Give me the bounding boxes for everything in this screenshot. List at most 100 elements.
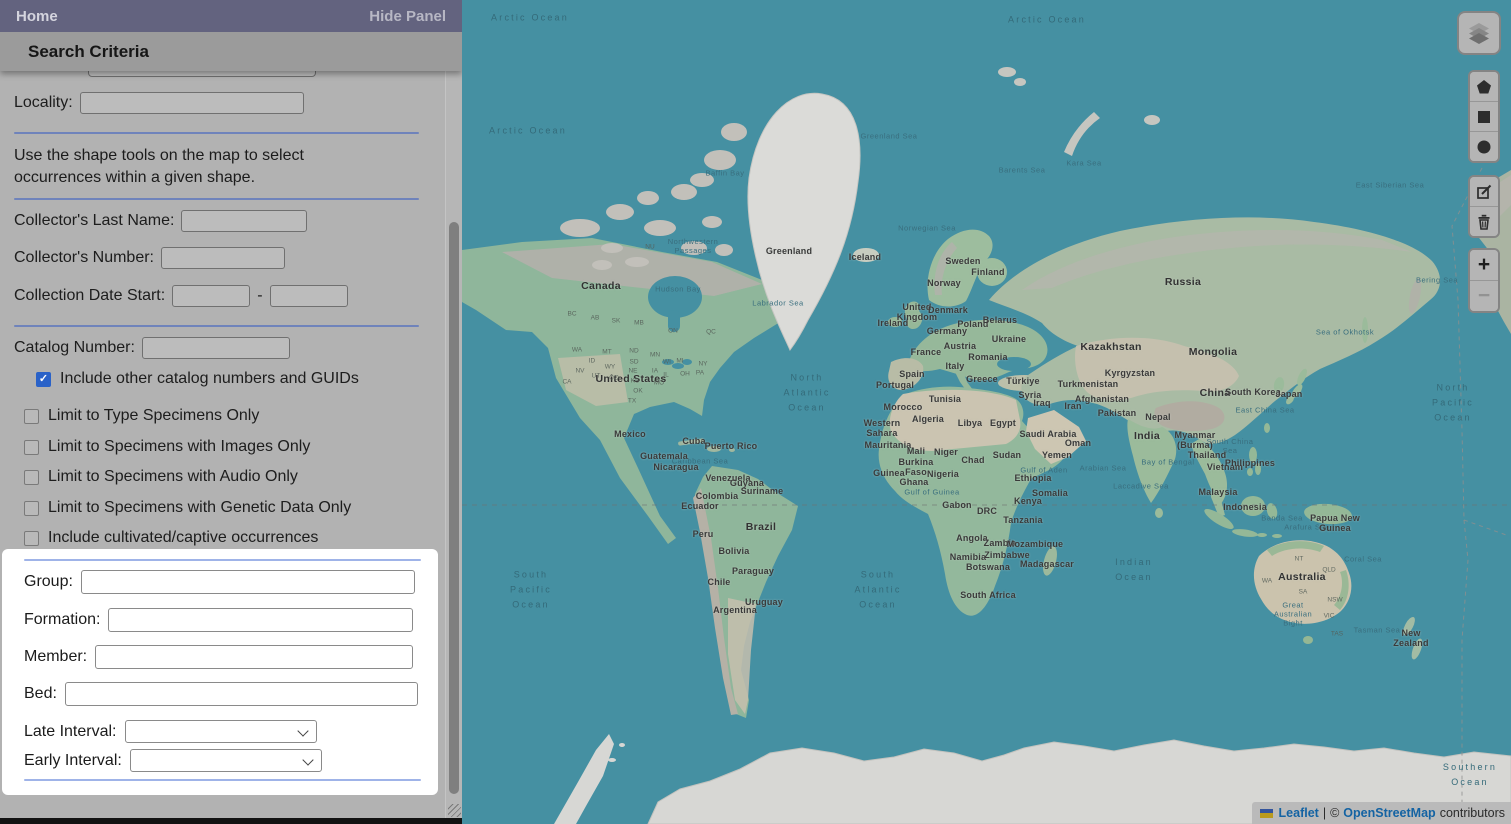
- member-input[interactable]: [95, 645, 413, 669]
- include-other-catalog-row: ✓ Include other catalog numbers and GUID…: [36, 370, 359, 388]
- map-label: Gulf of Aden: [1020, 466, 1067, 475]
- map-label: IL: [663, 372, 668, 379]
- map-label: Arctic Ocean: [491, 11, 569, 26]
- map-label: Nicaragua: [653, 462, 698, 472]
- map-label: Mozambique: [1007, 539, 1064, 549]
- zoom-control: + −: [1468, 248, 1500, 313]
- map-label: Libya: [958, 418, 983, 428]
- map-label: Ukraine: [992, 334, 1026, 344]
- filter-checkbox[interactable]: [24, 409, 39, 424]
- map-label: Zimbabwe: [984, 550, 1030, 560]
- map-attribution: Leaflet | © OpenStreetMap contributors: [1252, 802, 1511, 824]
- edit-shapes-button[interactable]: [1470, 177, 1498, 206]
- locality-row: Locality:: [14, 92, 304, 114]
- map-label: WY: [605, 364, 615, 371]
- leaflet-link[interactable]: Leaflet: [1279, 806, 1319, 820]
- map-label: TX: [628, 398, 636, 405]
- map-label: Namibia: [950, 552, 986, 562]
- map-label: Sudan: [993, 450, 1022, 460]
- map-label: SD: [629, 359, 638, 366]
- map-label: Mexico: [614, 429, 646, 439]
- map-label: Venezuela: [705, 473, 750, 483]
- scrollbar-thumb[interactable]: [449, 222, 459, 794]
- collection-date-end-input[interactable]: [270, 285, 348, 307]
- map-label: Afghanistan: [1075, 394, 1129, 404]
- map-label: Kenya: [1014, 496, 1042, 506]
- map-label: Yemen: [1042, 450, 1072, 460]
- filter-checkbox[interactable]: [24, 440, 39, 455]
- search-criteria-form: Locality: Use the shape tools on the map…: [0, 0, 462, 818]
- filter-row: Limit to Specimens with Images Only: [24, 438, 310, 456]
- map-label: Northwestern Passages: [668, 237, 719, 255]
- map-labels: Arctic OceanArctic OceanArctic OceanNort…: [462, 0, 1511, 824]
- filter-checkbox[interactable]: [24, 501, 39, 516]
- map-label: Sea of Okhotsk: [1316, 328, 1374, 337]
- map-label: MI: [676, 358, 683, 365]
- group-input[interactable]: [81, 570, 415, 594]
- map-label: Banda Sea: [1261, 514, 1303, 523]
- map-label: Gulf of Guinea: [904, 488, 959, 497]
- map-label: Puerto Rico: [705, 441, 758, 451]
- map-label: South Africa: [960, 590, 1016, 600]
- map-label: Australia: [1278, 571, 1326, 583]
- zoom-in-button[interactable]: +: [1470, 250, 1498, 280]
- map-label: Iran: [1064, 401, 1081, 411]
- map-label: WI: [663, 359, 671, 366]
- map-label: Austria: [944, 341, 976, 351]
- late-interval-select[interactable]: [125, 720, 317, 743]
- map-label: Romania: [968, 352, 1007, 362]
- map-label: Russia: [1165, 276, 1201, 288]
- map-label: Somalia: [1032, 488, 1068, 498]
- collection-date-start-input[interactable]: [172, 285, 250, 307]
- zoom-out-button[interactable]: −: [1470, 280, 1498, 311]
- map-label: Egypt: [990, 418, 1016, 428]
- draw-circle-button[interactable]: [1470, 131, 1498, 161]
- member-label: Member:: [24, 648, 87, 666]
- map-label: Nigeria: [927, 469, 959, 479]
- draw-polygon-button[interactable]: [1470, 72, 1498, 101]
- early-interval-select[interactable]: [130, 749, 322, 772]
- layers-control-button[interactable]: [1457, 11, 1501, 55]
- layers-icon: [1466, 20, 1492, 46]
- map-label: Sweden: [945, 256, 980, 266]
- map-label: Laccadive Sea: [1113, 482, 1169, 491]
- map-label: Ireland: [878, 318, 909, 328]
- formation-input[interactable]: [108, 608, 413, 632]
- map-label: KS: [631, 378, 640, 385]
- collection-date-start-label: Collection Date Start:: [14, 287, 165, 305]
- filter-row: Limit to Type Specimens Only: [24, 407, 259, 425]
- filter-label: Limit to Type Specimens Only: [48, 407, 259, 425]
- draw-rectangle-button[interactable]: [1470, 101, 1498, 131]
- formation-label: Formation:: [24, 611, 100, 629]
- bed-row: Bed:: [24, 682, 418, 706]
- map-label: Bering Sea: [1416, 276, 1458, 285]
- collector-number-label: Collector's Number:: [14, 249, 154, 267]
- hide-panel-link[interactable]: Hide Panel: [369, 8, 446, 25]
- map-label: Madagascar: [1020, 559, 1074, 569]
- openstreetmap-link[interactable]: OpenStreetMap: [1343, 806, 1435, 820]
- resize-grip[interactable]: [448, 804, 461, 817]
- rectangle-icon: [1475, 108, 1493, 126]
- home-link[interactable]: Home: [16, 8, 58, 25]
- map-label: Chile: [707, 577, 730, 587]
- map-label: Zambia: [984, 538, 1017, 548]
- collector-last-name-input[interactable]: [181, 210, 307, 232]
- group-row: Group:: [24, 570, 415, 594]
- locality-input[interactable]: [80, 92, 304, 114]
- map-label: Arabian Sea: [1080, 464, 1127, 473]
- bed-input[interactable]: [65, 682, 418, 706]
- map-label: Portugal: [876, 380, 914, 390]
- map[interactable]: Arctic OceanArctic OceanArctic OceanNort…: [462, 0, 1511, 824]
- panel-scrollbar[interactable]: [445, 71, 462, 818]
- attribution-separator: |: [1323, 806, 1326, 820]
- catalog-number-input[interactable]: [142, 337, 290, 359]
- include-other-catalog-checkbox[interactable]: ✓: [36, 372, 51, 387]
- map-label: NU: [645, 244, 654, 251]
- map-label: Tasman Sea: [1354, 626, 1401, 635]
- collector-number-input[interactable]: [161, 247, 285, 269]
- filter-checkbox[interactable]: [24, 470, 39, 485]
- filter-row: Limit to Specimens with Audio Only: [24, 468, 298, 486]
- map-label: VIC: [1324, 613, 1335, 620]
- delete-shapes-button[interactable]: [1470, 206, 1498, 236]
- filter-checkbox[interactable]: [24, 531, 39, 546]
